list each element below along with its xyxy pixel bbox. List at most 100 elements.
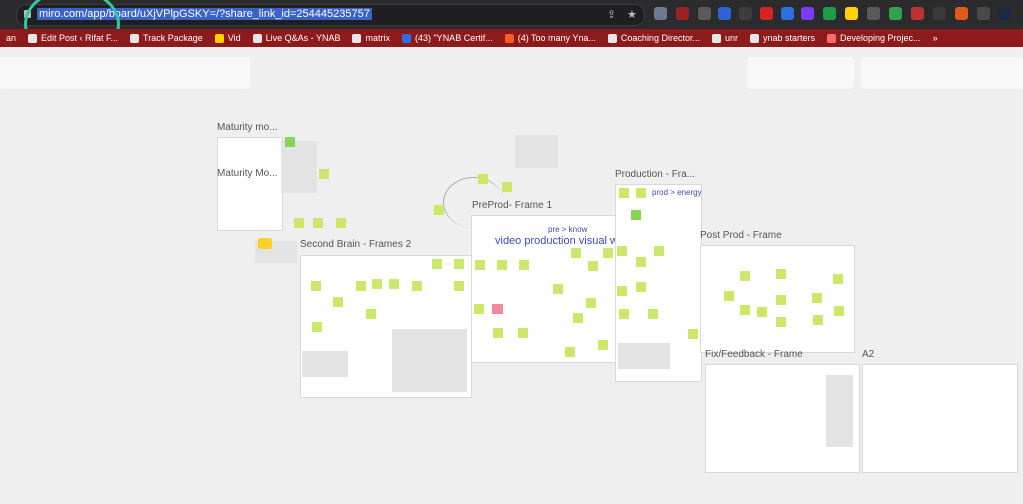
extension-icon-13[interactable] xyxy=(911,7,924,20)
sticky-note-pink[interactable] xyxy=(492,304,503,314)
image-block[interactable] xyxy=(515,135,558,168)
frame-title[interactable]: Production - Fra... xyxy=(615,169,695,180)
text-label[interactable]: prod > energy xyxy=(652,188,702,197)
bookmark-item[interactable]: Coaching Director... xyxy=(602,29,706,47)
sticky-note[interactable] xyxy=(636,282,646,292)
bookmark-item[interactable]: (4) Too many Yna... xyxy=(499,29,602,47)
extension-icon-17[interactable] xyxy=(998,7,1011,20)
sticky-note[interactable] xyxy=(654,246,664,256)
comment-icon[interactable] xyxy=(258,238,272,249)
frame-title[interactable]: Maturity mo... xyxy=(217,122,278,133)
sticky-note[interactable] xyxy=(617,286,627,296)
sticky-note[interactable] xyxy=(454,281,464,291)
extension-icon-2[interactable] xyxy=(676,7,689,20)
bookmark-item[interactable]: Live Q&As - YNAB xyxy=(247,29,347,47)
extension-icon-5[interactable] xyxy=(739,7,752,20)
sticky-note[interactable] xyxy=(833,274,843,284)
sticky-note[interactable] xyxy=(688,329,698,339)
sticky-note[interactable] xyxy=(588,261,598,271)
text-label[interactable]: pre > know xyxy=(548,225,587,234)
star-icon[interactable]: ★ xyxy=(627,8,637,21)
sticky-note[interactable] xyxy=(834,306,844,316)
image-block[interactable] xyxy=(392,329,467,392)
bookmark-item[interactable]: an xyxy=(0,29,22,47)
sticky-note[interactable] xyxy=(366,309,376,319)
sticky-note[interactable] xyxy=(493,328,503,338)
sticky-note[interactable] xyxy=(553,284,563,294)
extension-icon-16[interactable] xyxy=(977,7,990,20)
sticky-note[interactable] xyxy=(336,218,346,228)
sticky-note[interactable] xyxy=(432,259,442,269)
extension-icon-15[interactable] xyxy=(955,7,968,20)
sticky-note[interactable] xyxy=(740,305,750,315)
bookmark-item[interactable]: matrix xyxy=(346,29,396,47)
sticky-note[interactable] xyxy=(776,317,786,327)
sticky-note[interactable] xyxy=(619,309,629,319)
frame-a2[interactable] xyxy=(862,364,1018,473)
sticky-note[interactable] xyxy=(571,248,581,258)
extension-icon-3[interactable] xyxy=(698,7,711,20)
sticky-note[interactable] xyxy=(478,174,488,184)
image-block[interactable] xyxy=(826,375,853,447)
sticky-note[interactable] xyxy=(312,322,322,332)
sticky-note[interactable] xyxy=(313,218,323,228)
bookmark-item[interactable]: Edit Post ‹ Rifat F... xyxy=(22,29,124,47)
bookmark-item[interactable]: Track Package xyxy=(124,29,209,47)
extension-icon-11[interactable] xyxy=(867,7,880,20)
sticky-note[interactable] xyxy=(648,309,658,319)
sticky-note[interactable] xyxy=(636,257,646,267)
sticky-note[interactable] xyxy=(813,315,823,325)
board-top-left-toolbar[interactable] xyxy=(0,57,250,89)
sticky-note[interactable] xyxy=(502,182,512,192)
extension-icon-4[interactable] xyxy=(718,7,731,20)
bookmark-item[interactable]: ynab starters xyxy=(744,29,821,47)
sticky-note[interactable] xyxy=(598,340,608,350)
sticky-note[interactable] xyxy=(497,260,507,270)
sticky-note[interactable] xyxy=(565,347,575,357)
sticky-note[interactable] xyxy=(573,313,583,323)
sticky-note[interactable] xyxy=(740,271,750,281)
miro-board[interactable]: Maturity mo... Maturity Mo... Second Bra… xyxy=(0,47,1023,504)
sticky-note[interactable] xyxy=(619,188,629,198)
image-block[interactable] xyxy=(618,343,670,369)
sticky-note[interactable] xyxy=(294,218,304,228)
sticky-note[interactable] xyxy=(475,260,485,270)
frame-title[interactable]: Maturity Mo... xyxy=(217,168,278,179)
extension-icon-8[interactable] xyxy=(801,7,814,20)
share-icon[interactable]: ⇪ xyxy=(607,8,616,21)
sticky-note[interactable] xyxy=(333,297,343,307)
sticky-note[interactable] xyxy=(285,137,295,147)
extension-icon-7[interactable] xyxy=(781,7,794,20)
extension-icon-12[interactable] xyxy=(889,7,902,20)
sticky-note[interactable] xyxy=(776,295,786,305)
sticky-note[interactable] xyxy=(519,260,529,270)
sticky-note[interactable] xyxy=(412,281,422,291)
extension-icon-14[interactable] xyxy=(933,7,946,20)
sticky-note[interactable] xyxy=(776,269,786,279)
extension-icon-9[interactable] xyxy=(823,7,836,20)
sticky-note[interactable] xyxy=(434,205,444,215)
sticky-note[interactable] xyxy=(389,279,399,289)
frame-title[interactable]: A2 xyxy=(862,349,874,360)
bookmarks-overflow-icon[interactable]: » xyxy=(927,29,944,47)
sticky-note[interactable] xyxy=(311,281,321,291)
image-block[interactable] xyxy=(302,351,348,377)
frame-title[interactable]: Post Prod - Frame xyxy=(700,230,782,241)
sticky-note[interactable] xyxy=(724,291,734,301)
sticky-note[interactable] xyxy=(372,279,382,289)
sticky-note[interactable] xyxy=(757,307,767,317)
sticky-note[interactable] xyxy=(812,293,822,303)
frame-maturity[interactable] xyxy=(217,137,283,231)
collaboration-toolbar[interactable] xyxy=(747,57,854,89)
extension-icon-6[interactable] xyxy=(760,7,773,20)
frame-title[interactable]: Second Brain - Frames 2 xyxy=(300,239,411,250)
sticky-note[interactable] xyxy=(603,248,613,258)
sticky-note[interactable] xyxy=(356,281,366,291)
sticky-note[interactable] xyxy=(474,304,484,314)
sticky-note[interactable] xyxy=(631,210,641,220)
frame-title[interactable]: Fix/Feedback - Frame xyxy=(705,349,803,360)
sticky-note[interactable] xyxy=(319,169,329,179)
extension-icon-1[interactable] xyxy=(654,7,667,20)
extension-icon-10[interactable] xyxy=(845,7,858,20)
sticky-note[interactable] xyxy=(518,328,528,338)
